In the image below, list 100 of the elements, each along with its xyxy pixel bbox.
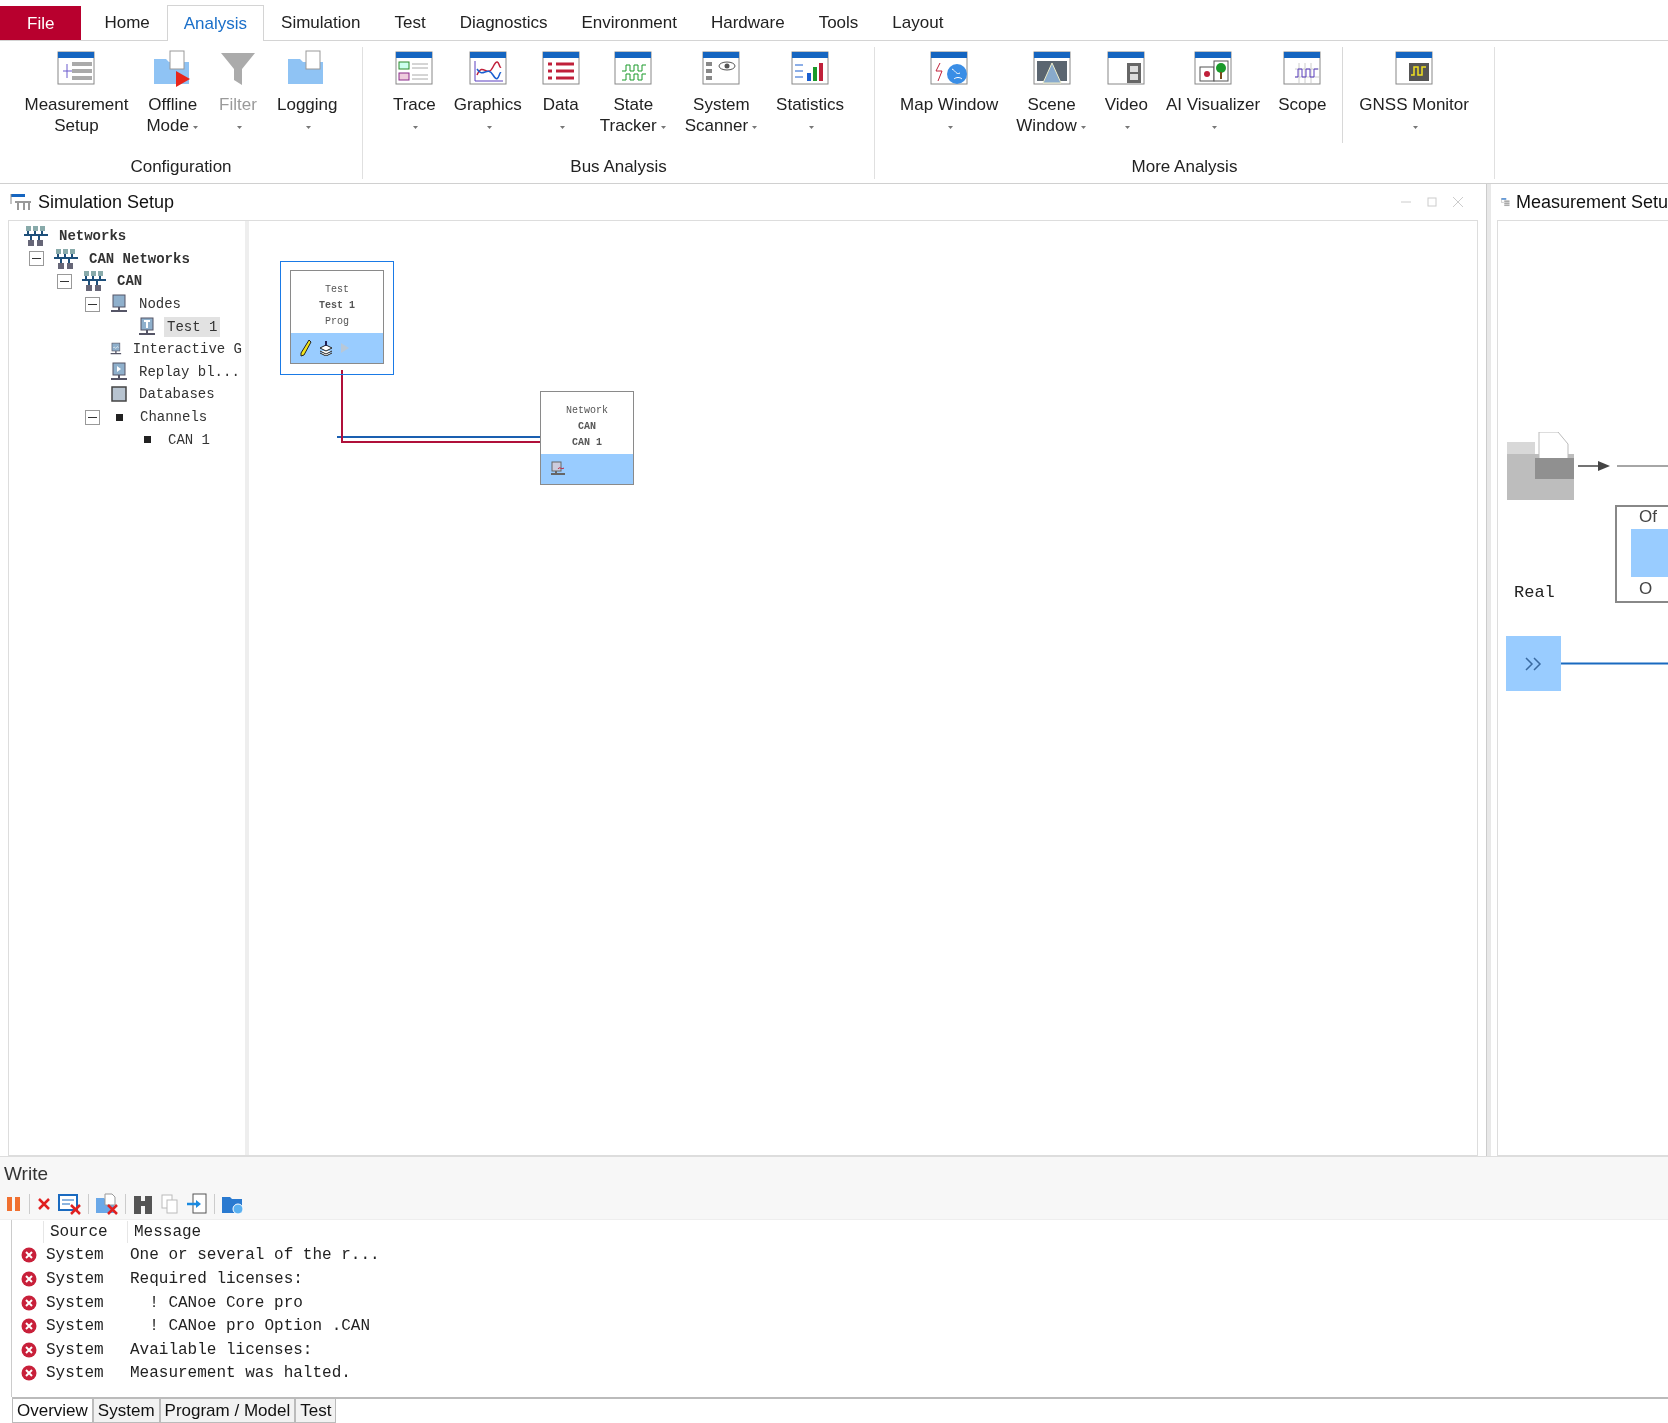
caret-icon xyxy=(558,123,566,130)
table-cell-text: System xyxy=(45,1364,105,1383)
table-cell-text: ! CANoe Core pro xyxy=(148,1293,304,1312)
column-header[interactable]: Message xyxy=(127,1220,427,1243)
channel-icon xyxy=(144,436,151,444)
test-node-icon xyxy=(138,316,156,337)
delete-file-icon[interactable] xyxy=(95,1193,119,1215)
caret-icon xyxy=(235,123,243,130)
folder-file-icon xyxy=(1507,432,1575,500)
ribbon-button[interactable]: Graphics xyxy=(445,47,530,157)
tree-item[interactable]: CAN xyxy=(114,271,146,292)
ribbon-button[interactable]: System Scanner xyxy=(676,47,767,157)
table-cell-text: System xyxy=(45,1246,105,1265)
ribbon-button[interactable]: Measurement Setup xyxy=(16,47,137,157)
ribbon-tab[interactable]: Analysis xyxy=(166,5,265,41)
tree-item[interactable]: Replay bl... xyxy=(136,361,243,382)
network-window-icon xyxy=(10,193,32,211)
node-text: Network xyxy=(566,404,608,416)
error-icon xyxy=(21,1341,37,1358)
pencil-icon[interactable] xyxy=(300,339,312,357)
tree-item[interactable]: Channels xyxy=(137,407,211,428)
computer-icon xyxy=(110,294,128,315)
ribbon-button[interactable]: State Tracker xyxy=(591,47,675,157)
network-node[interactable]: Network CAN CAN 1 xyxy=(540,391,634,485)
collapse-toggle[interactable] xyxy=(85,296,100,312)
tree-item[interactable]: Interactive G xyxy=(129,339,245,360)
panel-title: Measurement Setu xyxy=(1515,191,1668,213)
network-icon xyxy=(82,271,106,292)
close-icon[interactable] xyxy=(36,1196,52,1212)
computer-icon[interactable] xyxy=(550,461,566,477)
caret-icon xyxy=(1079,123,1087,130)
caret-icon xyxy=(412,123,420,130)
table-cell-text: ! CANoe pro Option .CAN xyxy=(148,1317,372,1336)
table-cell-text: System xyxy=(45,1270,105,1288)
panel-title: Write xyxy=(0,1157,1668,1189)
ribbon-button[interactable]: Trace xyxy=(384,47,444,157)
node-text: CAN xyxy=(578,420,596,432)
panel-tab[interactable]: Test xyxy=(295,1399,337,1423)
tree-item[interactable]: Nodes xyxy=(136,294,184,315)
node-text: Prog xyxy=(325,315,349,327)
table-cell-text: One or several of the r... xyxy=(129,1246,381,1265)
panel-tab[interactable]: System xyxy=(92,1399,160,1423)
file-menu[interactable]: File xyxy=(0,6,82,40)
panel-tab[interactable]: Program / Model xyxy=(159,1399,296,1423)
ribbon-button[interactable]: Video xyxy=(1096,47,1156,157)
collapse-toggle[interactable] xyxy=(29,251,44,267)
ribbon-button[interactable]: Offline Mode xyxy=(138,47,207,157)
group-label: More Analysis xyxy=(1130,157,1239,178)
column-header[interactable]: Source xyxy=(43,1220,127,1243)
error-icon xyxy=(21,1271,37,1287)
diagram-block: Of O xyxy=(1615,505,1668,603)
error-icon xyxy=(21,1294,37,1311)
tree-item[interactable]: CAN 1 xyxy=(165,429,213,450)
real-label: Real xyxy=(1514,583,1555,602)
network-icon xyxy=(24,226,48,247)
table-cell-text: System xyxy=(45,1317,105,1336)
caret-icon xyxy=(947,123,955,130)
error-icon xyxy=(21,1247,37,1264)
tree-item[interactable]: Databases xyxy=(136,384,218,405)
group-label: Bus Analysis xyxy=(569,157,668,178)
stack-icon[interactable] xyxy=(318,340,334,356)
ribbon-button[interactable]: Data xyxy=(531,47,590,157)
node-text: CAN 1 xyxy=(572,436,602,448)
table-cell-text: Available licenses: xyxy=(129,1340,314,1359)
play-node-icon xyxy=(110,361,128,382)
pause-icon[interactable] xyxy=(5,1195,23,1213)
collapse-toggle[interactable] xyxy=(85,409,100,425)
tree-item[interactable]: Networks xyxy=(56,226,130,247)
database-icon xyxy=(110,385,128,404)
caret-icon xyxy=(1211,123,1219,130)
ribbon-button[interactable]: Scope xyxy=(1270,47,1335,157)
panel-title: Simulation Setup xyxy=(38,191,175,213)
error-icon xyxy=(21,1318,37,1335)
collapse-toggle[interactable] xyxy=(57,274,72,289)
caret-icon xyxy=(485,123,493,130)
tree-item[interactable]: CAN Networks xyxy=(86,248,193,269)
import-icon[interactable] xyxy=(186,1193,208,1215)
test-node[interactable]: Test Test 1 Prog xyxy=(290,270,384,364)
ribbon-button[interactable]: Logging xyxy=(268,47,346,157)
error-icon xyxy=(21,1365,37,1382)
ribbon-button[interactable]: Map Window xyxy=(892,47,1007,157)
caret-icon xyxy=(659,123,667,130)
caret-icon xyxy=(191,123,199,130)
table-cell-text: System xyxy=(45,1293,105,1312)
table-cell-text: System xyxy=(45,1340,105,1359)
chevrons-icon xyxy=(1523,655,1544,672)
caret-icon xyxy=(305,123,313,130)
table-cell-text: Measurement was halted. xyxy=(129,1364,352,1383)
caret-icon xyxy=(1124,123,1132,130)
group-label: Configuration xyxy=(129,157,233,178)
caret-icon xyxy=(751,123,759,130)
caret-icon xyxy=(808,123,816,130)
ribbon-button[interactable]: Statistics xyxy=(768,47,853,157)
ribbon-button[interactable]: Scene Window xyxy=(1008,47,1095,157)
ribbon-button[interactable]: GNSS Monitor xyxy=(1351,47,1477,157)
tree-item[interactable]: Test 1 xyxy=(164,316,221,337)
node-text: Test xyxy=(325,283,349,295)
caret-icon xyxy=(1412,123,1420,130)
ribbon-button[interactable]: AI Visualizer xyxy=(1157,47,1269,157)
panel-tab[interactable]: Overview xyxy=(12,1399,93,1423)
